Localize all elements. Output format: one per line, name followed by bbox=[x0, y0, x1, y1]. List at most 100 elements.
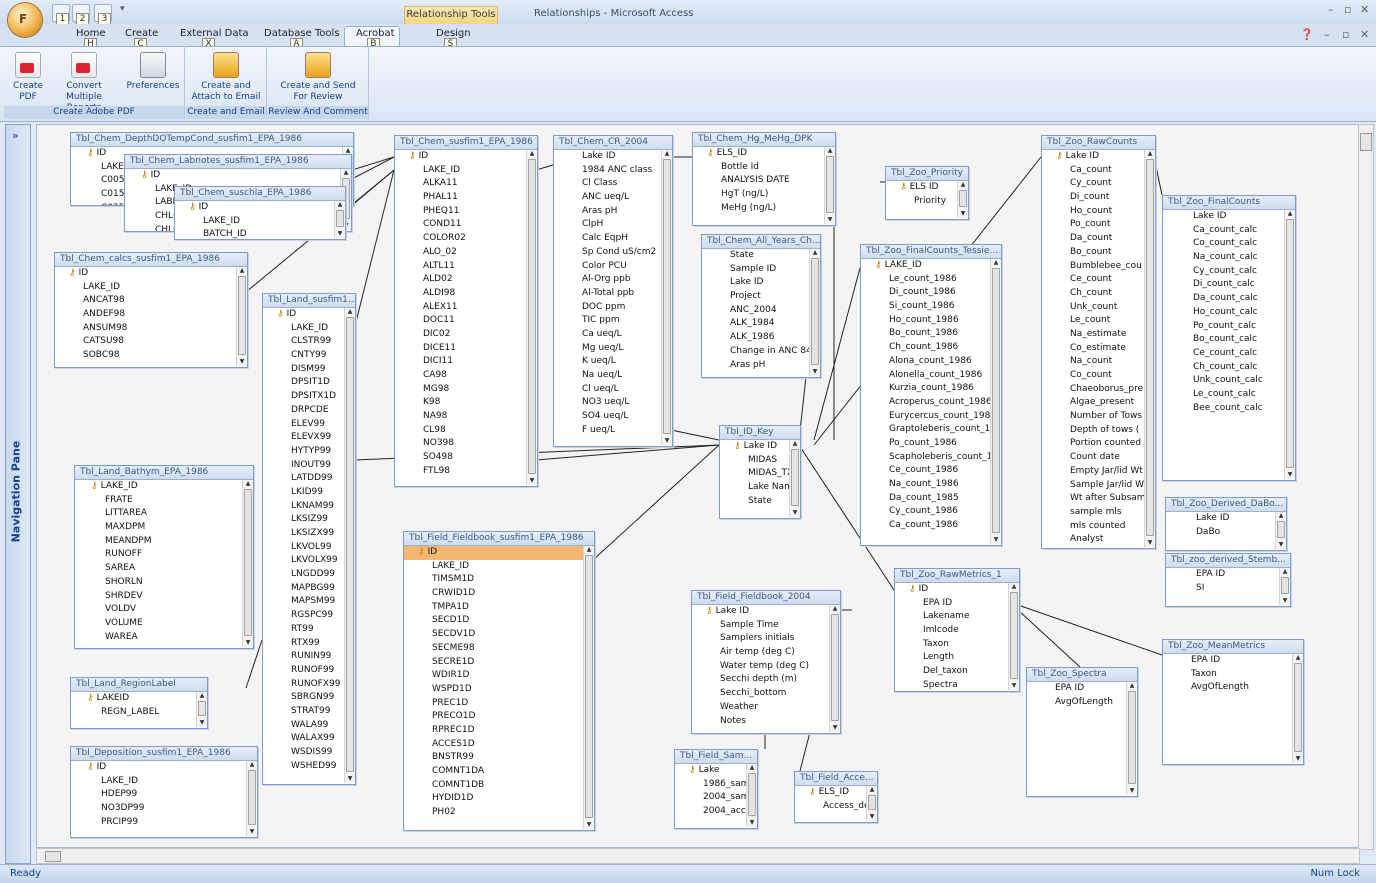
scroll-up-icon[interactable]: ▲ bbox=[341, 169, 351, 177]
table-title[interactable]: Tbl_Zoo_Spectra bbox=[1027, 668, 1137, 682]
table-field[interactable]: SECRE1D bbox=[404, 656, 594, 670]
table-field[interactable]: K98 bbox=[395, 396, 537, 410]
table-field[interactable]: SECME98 bbox=[404, 642, 594, 656]
table-field[interactable]: STRAT99 bbox=[263, 705, 355, 719]
table-field[interactable]: SO4 ueq/L bbox=[554, 410, 672, 424]
table-field[interactable]: LATDD99 bbox=[263, 472, 355, 486]
table-title[interactable]: Tbl_Zoo_RawMetrics_1 bbox=[895, 569, 1019, 583]
table-field[interactable]: Notes bbox=[692, 715, 840, 729]
table-field[interactable]: LKSIZ99 bbox=[263, 513, 355, 527]
table-field[interactable]: MG98 bbox=[395, 383, 537, 397]
scroll-up-icon[interactable]: ▲ bbox=[1009, 583, 1019, 591]
table-field[interactable]: 2004_acces bbox=[675, 805, 757, 819]
table-window[interactable]: Tbl_Field_Fieldbook_susfim1_EPA_1986 ⚷ ID L… bbox=[403, 531, 595, 831]
table-field-list[interactable]: ⚷ ID LAKE_ID ALKA11 PHAL11 PHEQ11 COND11 COLOR0… bbox=[395, 150, 537, 485]
table-field[interactable]: ⚷ Lake ID bbox=[720, 440, 800, 454]
table-scrollbar[interactable]: ▲▼ bbox=[196, 692, 207, 727]
table-scrollbar[interactable]: ▲▼ bbox=[583, 546, 594, 829]
table-field[interactable]: WAREA bbox=[75, 631, 253, 645]
table-field[interactable]: Depth of tows ( bbox=[1042, 424, 1155, 438]
preferences-button[interactable]: Preferences bbox=[124, 52, 182, 92]
table-scrollbar[interactable]: ▲▼ bbox=[242, 480, 253, 647]
table-field[interactable]: ⚷ ID bbox=[125, 169, 351, 183]
table-field[interactable]: RPREC1D bbox=[404, 724, 594, 738]
scroll-thumb[interactable] bbox=[959, 190, 967, 207]
table-field[interactable]: ANDEF98 bbox=[55, 308, 247, 322]
table-window[interactable]: Tbl_Land_susfim1... ⚷ ID LAKE_ID CLSTR99 CNTY… bbox=[262, 293, 356, 785]
table-field[interactable]: Sp Cond uS/cm2 bbox=[554, 246, 672, 260]
table-field[interactable]: Bumblebee_cou bbox=[1042, 260, 1155, 274]
table-field[interactable]: Cl ueq/L bbox=[554, 383, 672, 397]
table-field-list[interactable]: Lake ID 1984 ANC class Cl Class ANC ueq/L Ar… bbox=[554, 150, 672, 445]
table-field[interactable]: Color PCU bbox=[554, 260, 672, 274]
table-scrollbar[interactable]: ▲▼ bbox=[1292, 654, 1303, 763]
scroll-up-icon[interactable]: ▲ bbox=[662, 150, 672, 158]
table-field[interactable]: HgT (ng/L) bbox=[693, 188, 835, 202]
table-window[interactable]: Tbl_Chem_susfim1_EPA_1986 ⚷ ID LAKE_ID ALKA1… bbox=[394, 135, 538, 487]
table-field[interactable]: FRATE bbox=[75, 494, 253, 508]
table-field[interactable]: ALK_1986 bbox=[702, 331, 820, 345]
navigation-pane[interactable]: » Navigation Pane bbox=[5, 124, 31, 864]
table-field[interactable]: WSHED99 bbox=[263, 760, 355, 774]
table-field[interactable]: Na_count_1986 bbox=[861, 478, 1001, 492]
minimize-icon[interactable]: – bbox=[1328, 3, 1334, 16]
table-field[interactable]: PRCIP99 bbox=[71, 816, 257, 830]
table-scrollbar[interactable]: ▲▼ bbox=[1144, 150, 1155, 547]
table-field[interactable]: Imlcode bbox=[895, 624, 1019, 638]
table-title[interactable]: Tbl_Land_susfim1... bbox=[263, 294, 355, 308]
table-field[interactable]: EPA ID bbox=[1166, 568, 1290, 582]
table-field[interactable]: MAPBG99 bbox=[263, 582, 355, 596]
scroll-down-icon[interactable]: ▼ bbox=[1009, 682, 1019, 690]
table-field[interactable]: Access_deta bbox=[795, 800, 877, 814]
table-field[interactable]: Le_count_calc bbox=[1163, 388, 1295, 402]
scroll-thumb[interactable] bbox=[1010, 592, 1018, 679]
table-field[interactable]: DICE11 bbox=[395, 342, 537, 356]
table-field[interactable]: SOBC98 bbox=[55, 349, 247, 363]
table-field-list[interactable]: EPA ID AvgOfLength ▲ ▼ bbox=[1027, 682, 1137, 795]
table-field[interactable]: Graptoleberis_count_1 bbox=[861, 423, 1001, 437]
table-field[interactable]: SI bbox=[1166, 582, 1290, 596]
table-field[interactable]: LKSIZX99 bbox=[263, 527, 355, 541]
table-field[interactable]: VOLUME bbox=[75, 617, 253, 631]
table-title[interactable]: Tbl_Deposition_susfim1_EPA_1986 bbox=[71, 747, 257, 761]
table-field[interactable]: ALK_1984 bbox=[702, 317, 820, 331]
table-field-list[interactable]: ⚷ ID LAKE_ID TIMSM1D CRWID1D TMPA1D SECD1D SECD… bbox=[404, 546, 594, 829]
table-field[interactable]: PREC1D bbox=[404, 697, 594, 711]
table-field[interactable]: Priority bbox=[886, 195, 968, 209]
table-field[interactable]: LKVOLX99 bbox=[263, 554, 355, 568]
table-field[interactable]: Kurzia_count_1986 bbox=[861, 382, 1001, 396]
scroll-down-icon[interactable]: ▼ bbox=[243, 639, 253, 647]
table-scrollbar[interactable]: ▲▼ bbox=[957, 181, 968, 218]
table-field[interactable]: Calc EqpH bbox=[554, 232, 672, 246]
scroll-up-icon[interactable]: ▲ bbox=[237, 267, 247, 275]
table-field[interactable]: Number of Tows bbox=[1042, 410, 1155, 424]
convert-multiple-reports-button[interactable]: Convert Multiple Reports bbox=[48, 52, 120, 114]
table-field[interactable]: DICI11 bbox=[395, 355, 537, 369]
table-title[interactable]: Tbl_Chem_calcs_susfim1_EPA_1986 bbox=[55, 253, 247, 267]
scroll-down-icon[interactable]: ▼ bbox=[584, 821, 594, 829]
table-field[interactable]: CL98 bbox=[395, 424, 537, 438]
table-window[interactable]: Tbl_zoo_derived_Stemb... EPA ID SI ▲ ▼ bbox=[1165, 553, 1291, 607]
scroll-down-icon[interactable]: ▼ bbox=[1145, 539, 1155, 547]
table-window[interactable]: Tbl_Chem_CR_2004 Lake ID 1984 ANC class Cl … bbox=[553, 135, 673, 447]
table-field[interactable]: Le_count bbox=[1042, 314, 1155, 328]
table-title[interactable]: Tbl_Zoo_FinalCounts bbox=[1163, 196, 1295, 210]
table-window[interactable]: Tbl_Zoo_MeanMetrics EPA ID Taxon AvgOfLengt… bbox=[1162, 639, 1304, 765]
table-field[interactable]: LAKE_ID bbox=[395, 164, 537, 178]
vertical-scroll-thumb[interactable] bbox=[1360, 133, 1372, 151]
table-window[interactable]: Tbl_Zoo_RawMetrics_1 ⚷ ID EPA ID Lakename Iml… bbox=[894, 568, 1020, 692]
table-field[interactable]: MIDAS_TXT bbox=[720, 467, 800, 481]
table-field[interactable]: LAKE_ID bbox=[404, 560, 594, 574]
table-field[interactable]: ALKA11 bbox=[395, 177, 537, 191]
table-field[interactable]: ⚷ LAKE_ID bbox=[75, 480, 253, 494]
table-scrollbar[interactable]: ▲▼ bbox=[1284, 210, 1295, 479]
scroll-thumb[interactable] bbox=[1128, 691, 1136, 784]
table-scrollbar[interactable]: ▲▼ bbox=[236, 267, 247, 366]
table-field[interactable]: DPSIT1D bbox=[263, 376, 355, 390]
scroll-down-icon[interactable]: ▼ bbox=[747, 819, 757, 827]
table-scrollbar[interactable]: ▲▼ bbox=[334, 201, 345, 238]
table-field[interactable]: Ce_count_1986 bbox=[861, 464, 1001, 478]
table-field[interactable]: ⚷ ID bbox=[404, 546, 594, 560]
office-button[interactable]: F bbox=[8, 3, 42, 37]
table-field-list[interactable]: ⚷ ID LAKE_ID BATCH_ID ▲ ▼ bbox=[175, 201, 345, 239]
